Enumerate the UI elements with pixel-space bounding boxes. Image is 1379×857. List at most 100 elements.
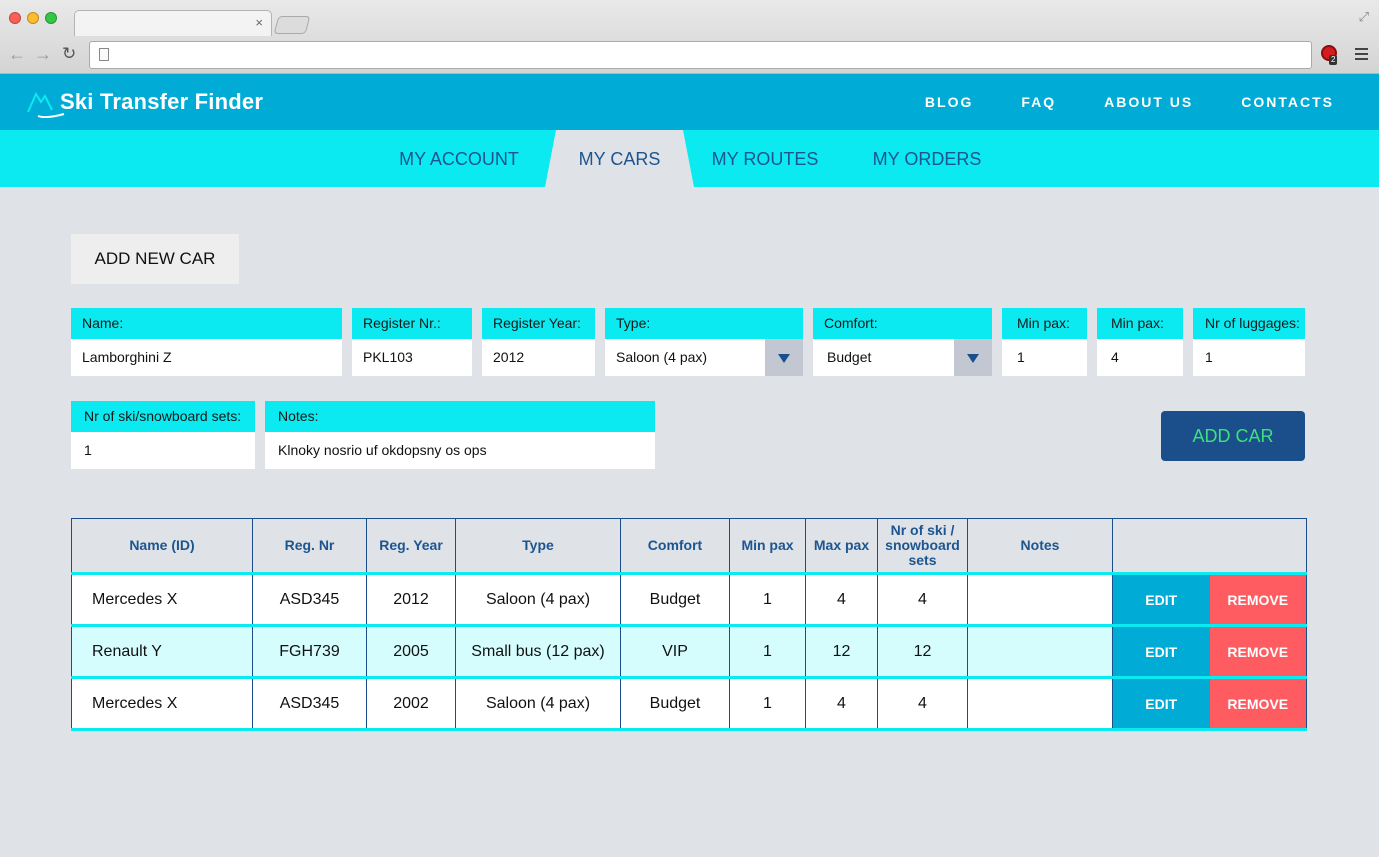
new-tab-button[interactable] [273,16,311,34]
window-controls [9,12,57,24]
cell-max-pax: 12 [805,625,878,679]
cell-comfort: Budget [620,573,730,627]
col-header-min-pax: Min pax [729,518,806,575]
table-header-row: Name (ID) Reg. Nr Reg. Year Type Comfort… [71,518,1307,575]
cell-actions: EDIT REMOVE [1112,677,1307,731]
cell-name: Mercedes X [71,573,253,627]
tab-my-cars[interactable]: MY CARS [545,130,694,187]
table-row: Mercedes X ASD345 2012 Saloon (4 pax) Bu… [71,573,1307,627]
col-header-actions [1112,518,1307,575]
cell-notes [967,625,1113,679]
comfort-select-value: Budget [827,349,872,365]
comfort-field: Comfort: Budget [813,308,992,376]
ski-sets-input[interactable]: 1 [71,432,255,469]
col-header-comfort: Comfort [620,518,730,575]
ski-sets-field: Nr of ski/snowboard sets: 1 [71,401,255,469]
nav-about-us[interactable]: ABOUT US [1104,94,1193,110]
zoom-window-button[interactable] [45,12,57,24]
logo[interactable]: Ski Transfer Finder [26,86,263,118]
table-row: Mercedes X ASD345 2002 Saloon (4 pax) Bu… [71,677,1307,731]
tab-my-orders[interactable]: MY ORDERS [862,130,992,187]
logo-text: Ski Transfer Finder [60,89,264,114]
luggages-input[interactable]: 1 [1193,339,1305,376]
dropdown-arrow-icon[interactable] [954,339,992,376]
site-header: Ski Transfer Finder BLOG FAQ ABOUT US CO… [0,74,1379,130]
cell-min-pax: 1 [729,625,806,679]
browser-tab[interactable]: × [74,10,272,36]
remove-button[interactable]: REMOVE [1209,627,1306,676]
remove-button[interactable]: REMOVE [1209,575,1306,624]
table-row: Renault Y FGH739 2005 Small bus (12 pax)… [71,625,1307,679]
account-subnav: MY ACCOUNT MY CARS MY ROUTES MY ORDERS [0,130,1379,187]
forward-arrow-icon[interactable]: → [34,44,52,64]
cell-ski-sets: 4 [877,677,968,731]
nav-blog[interactable]: BLOG [925,94,973,110]
extension-icon[interactable]: 2 [1321,45,1341,65]
notes-input[interactable]: Klnoky nosrio uf okdopsny os ops [265,432,655,469]
edit-button[interactable]: EDIT [1113,679,1210,728]
cell-notes [967,677,1113,731]
register-nr-label: Register Nr.: [352,308,472,339]
register-year-label: Register Year: [482,308,595,339]
tab-my-account[interactable]: MY ACCOUNT [388,130,530,187]
max-pax-input[interactable]: 4 [1097,339,1183,376]
comfort-select[interactable]: Budget [813,339,992,376]
menu-icon[interactable] [1355,48,1368,60]
cell-actions: EDIT REMOVE [1112,625,1307,679]
cell-ski-sets: 12 [877,625,968,679]
min-pax-field: Min pax: 1 [1002,308,1087,376]
cell-name: Mercedes X [71,677,253,731]
comfort-label: Comfort: [813,308,992,339]
notes-label: Notes: [265,401,655,432]
nav-faq[interactable]: FAQ [1021,94,1056,110]
cell-reg-nr: FGH739 [252,625,367,679]
cell-reg-nr: ASD345 [252,573,367,627]
max-pax-field: Min pax: 4 [1097,308,1183,376]
fullscreen-icon[interactable]: ⤢ [1359,9,1369,25]
col-header-type: Type [455,518,621,575]
type-select[interactable]: Saloon (4 pax) [605,339,803,376]
add-new-car-button[interactable]: ADD NEW CAR [71,234,239,284]
col-header-ski-sets: Nr of ski / snowboard sets [877,518,968,575]
dropdown-arrow-icon[interactable] [765,339,803,376]
tab-my-routes[interactable]: MY ROUTES [700,130,830,187]
cell-comfort: VIP [620,625,730,679]
nav-contacts[interactable]: CONTACTS [1241,94,1334,110]
name-field: Name: Lamborghini Z [71,308,342,376]
cell-reg-nr: ASD345 [252,677,367,731]
cell-reg-year: 2002 [366,677,456,731]
address-bar[interactable] [89,41,1312,69]
cell-max-pax: 4 [805,573,878,627]
type-select-value: Saloon (4 pax) [616,349,708,365]
tab-close-icon[interactable]: × [255,15,263,31]
edit-button[interactable]: EDIT [1113,627,1210,676]
register-nr-field: Register Nr.: PKL103 [352,308,472,376]
register-year-field: Register Year: 2012 [482,308,595,376]
close-window-button[interactable] [9,12,21,24]
cell-ski-sets: 4 [877,573,968,627]
min-pax-input[interactable]: 1 [1002,339,1087,376]
add-car-button[interactable]: ADD CAR [1161,411,1305,461]
reload-icon[interactable]: ↻ [62,43,76,65]
cell-type: Saloon (4 pax) [455,573,621,627]
cell-reg-year: 2012 [366,573,456,627]
cell-comfort: Budget [620,677,730,731]
col-header-reg-year: Reg. Year [366,518,456,575]
ski-sets-label: Nr of ski/snowboard sets: [71,401,255,432]
page-icon [99,48,109,61]
remove-button[interactable]: REMOVE [1209,679,1306,728]
type-label: Type: [605,308,803,339]
cell-min-pax: 1 [729,677,806,731]
col-header-max-pax: Max pax [805,518,878,575]
register-year-input[interactable]: 2012 [482,339,595,376]
cell-min-pax: 1 [729,573,806,627]
edit-button[interactable]: EDIT [1113,575,1210,624]
name-input[interactable]: Lamborghini Z [71,339,342,376]
col-header-notes: Notes [967,518,1113,575]
luggages-label: Nr of luggages: [1193,308,1305,339]
top-nav: BLOG FAQ ABOUT US CONTACTS [925,94,1334,110]
cell-actions: EDIT REMOVE [1112,573,1307,627]
back-arrow-icon[interactable]: ← [8,44,26,64]
register-nr-input[interactable]: PKL103 [352,339,472,376]
minimize-window-button[interactable] [27,12,39,24]
